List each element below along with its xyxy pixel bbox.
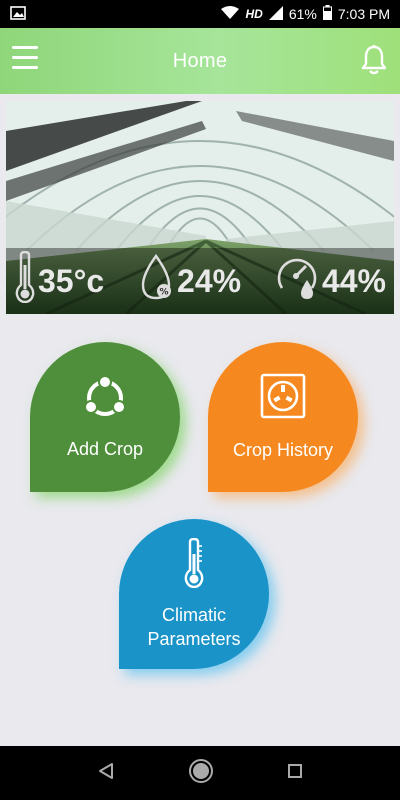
image-icon: [10, 5, 26, 23]
back-icon[interactable]: [97, 762, 115, 785]
gauge-drop-icon: [274, 254, 322, 308]
home-icon[interactable]: [188, 758, 214, 789]
sensor-stats: 35°c % 24% 44%: [6, 248, 394, 314]
crop-history-label: Crop History: [232, 439, 334, 460]
thermometer-icon: [14, 250, 38, 311]
page-title: Home: [172, 49, 228, 72]
add-crop-button[interactable]: Add Crop: [30, 342, 180, 492]
humidity-stat: % 24%: [137, 253, 242, 308]
moisture-value: 44%: [321, 262, 386, 299]
status-bar: HD 61% 7:03 PM: [0, 0, 400, 28]
socket-icon: [260, 373, 306, 424]
temperature-value: 35°c: [38, 262, 105, 299]
battery-icon: [322, 5, 332, 23]
clock: 7:03 PM: [337, 6, 390, 22]
crop-history-button[interactable]: Crop History: [208, 342, 358, 492]
share-circle-icon: [81, 374, 129, 427]
bell-icon[interactable]: [360, 44, 388, 76]
humidity-drop-icon: %: [137, 253, 177, 308]
network-type: HD: [245, 7, 263, 21]
menu-icon[interactable]: [12, 46, 38, 74]
temperature-stat: 35°c: [14, 250, 105, 311]
app-bar: Home: [0, 28, 400, 94]
battery-text: 61%: [288, 6, 317, 22]
wifi-icon: [221, 5, 240, 23]
climatic-label-line2: Parameters: [147, 628, 241, 649]
climatic-label-line1: Climatic: [161, 604, 226, 625]
greenhouse-banner: 35°c % 24% 44%: [6, 101, 394, 314]
humidity-value: 24%: [177, 262, 242, 299]
add-crop-label: Add Crop: [66, 438, 144, 459]
system-nav-bar: [0, 746, 400, 800]
signal-icon: [268, 5, 283, 23]
thermometer-icon: [182, 537, 206, 593]
svg-text:%: %: [160, 288, 169, 298]
climatic-parameters-button[interactable]: Climatic Parameters: [119, 519, 269, 669]
recents-icon[interactable]: [287, 763, 303, 784]
moisture-stat: 44%: [274, 254, 386, 308]
